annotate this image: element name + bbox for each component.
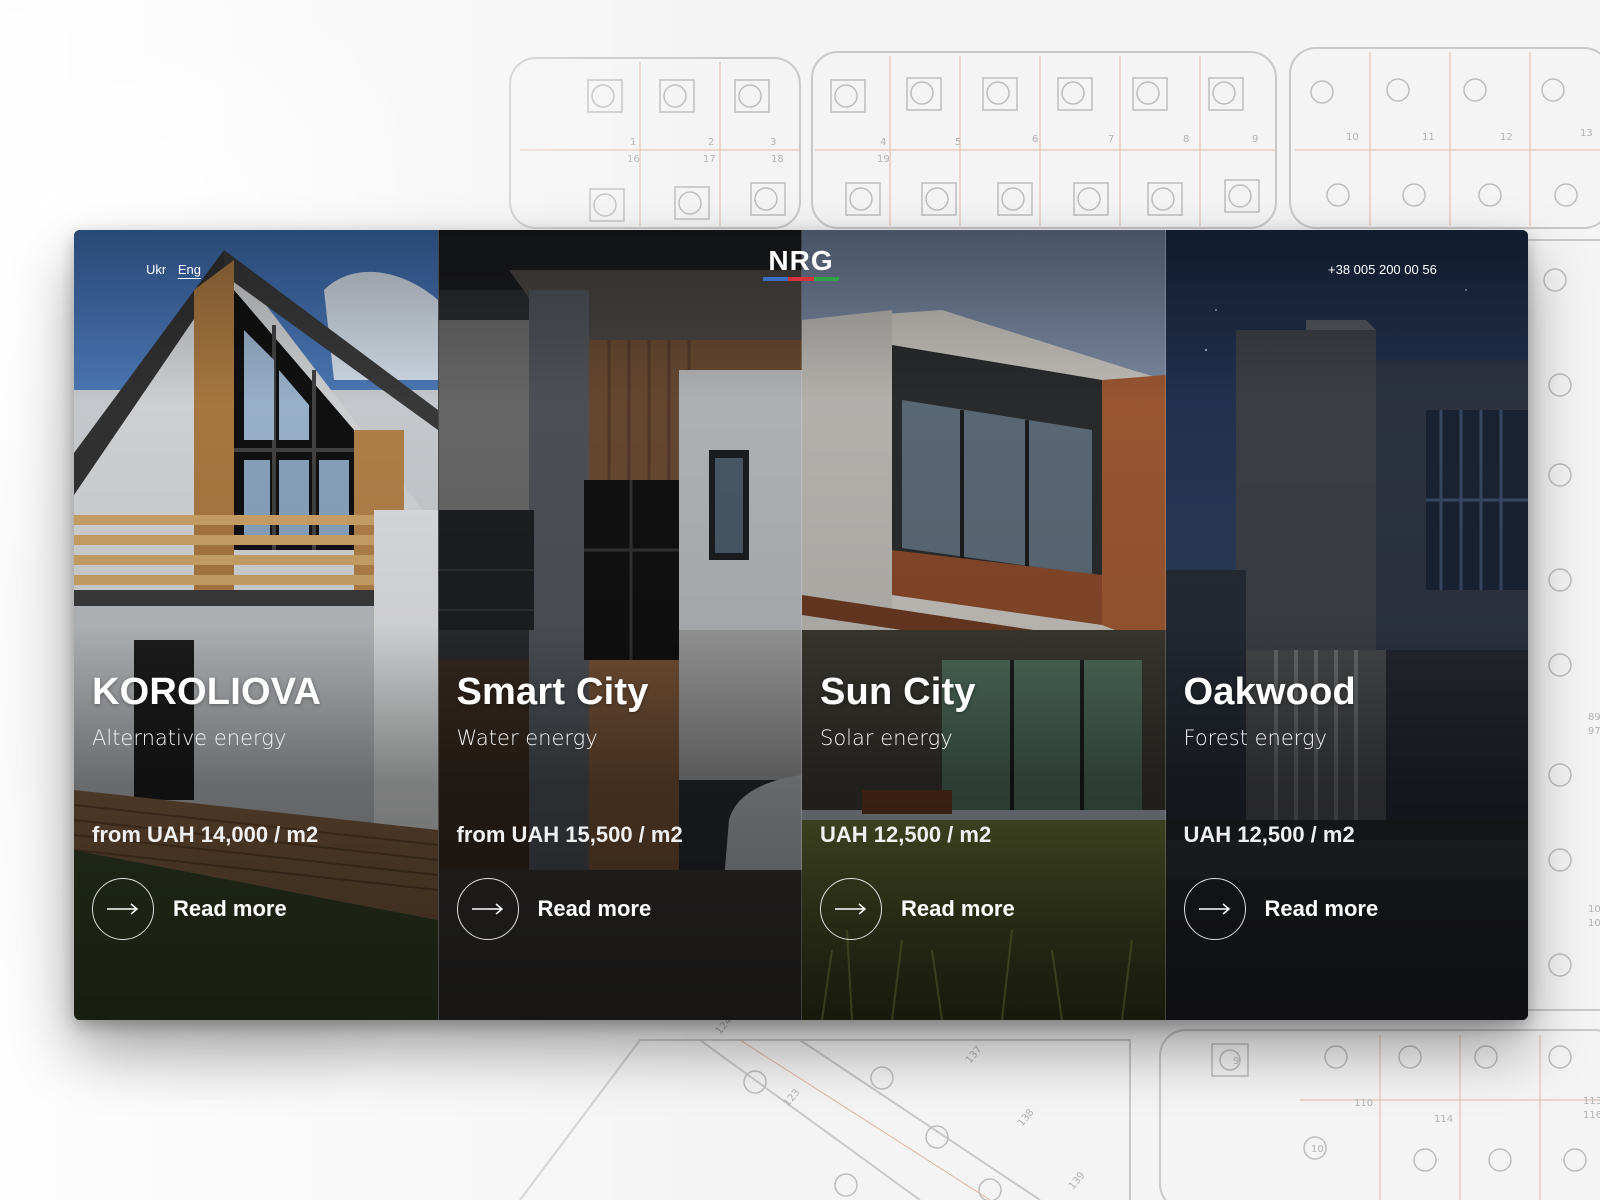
svg-text:17: 17	[703, 154, 716, 165]
svg-text:9: 9	[1252, 134, 1258, 145]
svg-text:89: 89	[1588, 712, 1600, 723]
svg-text:3: 3	[770, 137, 776, 148]
project-price: from UAH 15,500 / m2	[456, 822, 683, 847]
arrow-right-icon[interactable]	[92, 878, 154, 940]
nrg-logo[interactable]: NRG	[763, 247, 839, 281]
project-panel-oakwood[interactable]: Oakwood Forest energy UAH 12,500 / m2 Re…	[1164, 230, 1528, 1020]
read-more-label[interactable]: Read more	[1265, 896, 1379, 922]
svg-text:116: 116	[1583, 1110, 1600, 1121]
svg-text:5: 5	[955, 137, 961, 148]
project-title: KOROLIOVA	[92, 671, 322, 713]
svg-text:10: 10	[1311, 1144, 1324, 1155]
svg-text:4: 4	[880, 137, 886, 148]
project-panel-sun-city[interactable]: Sun City Solar energy UAH 12,500 / m2 Re…	[801, 230, 1166, 1020]
panel-content: Sun City Solar energy UAH 12,500 / m2 Re…	[820, 670, 1156, 940]
read-more-label[interactable]: Read more	[538, 896, 652, 922]
project-title: Oakwood	[1183, 671, 1356, 713]
svg-text:97: 97	[1588, 726, 1600, 737]
projects-card: KOROLIOVA Alternative energy from UAH 14…	[74, 230, 1528, 1020]
svg-text:11: 11	[1422, 132, 1435, 143]
project-price: UAH 12,500 / m2	[1183, 822, 1355, 847]
svg-text:16: 16	[627, 154, 640, 165]
language-switcher: Ukr Eng	[146, 262, 209, 277]
arrow-right-icon[interactable]	[820, 878, 882, 940]
project-subtitle: Forest energy	[1183, 726, 1328, 750]
panel-content: Oakwood Forest energy UAH 12,500 / m2 Re…	[1183, 670, 1520, 940]
svg-text:10: 10	[1346, 132, 1359, 143]
svg-text:114: 114	[1434, 1114, 1453, 1125]
read-more-button[interactable]: Read more	[92, 878, 428, 940]
svg-text:6: 6	[1032, 134, 1038, 145]
read-more-label[interactable]: Read more	[173, 896, 287, 922]
read-more-button[interactable]: Read more	[1183, 878, 1520, 940]
logo-color-bar	[763, 277, 839, 281]
svg-text:105: 105	[1588, 918, 1600, 929]
project-panel-smart-city[interactable]: Smart City Water energy from UAH 15,500 …	[437, 230, 802, 1020]
project-subtitle: Alternative energy	[92, 726, 287, 750]
logo-text: NRG	[768, 245, 834, 276]
project-subtitle: Water energy	[456, 726, 598, 750]
language-option-eng[interactable]: Eng	[178, 262, 201, 277]
svg-text:19: 19	[877, 154, 890, 165]
project-subtitle: Solar energy	[820, 726, 953, 750]
svg-text:113: 113	[1583, 1096, 1600, 1107]
arrow-right-icon[interactable]	[1183, 878, 1246, 940]
svg-text:8: 8	[1183, 134, 1189, 145]
read-more-button[interactable]: Read more	[456, 878, 793, 940]
panel-content: KOROLIOVA Alternative energy from UAH 14…	[92, 670, 428, 940]
read-more-button[interactable]: Read more	[820, 878, 1156, 940]
project-title: Smart City	[456, 671, 649, 713]
svg-text:13: 13	[1580, 128, 1593, 139]
panel-content: Smart City Water energy from UAH 15,500 …	[456, 670, 793, 940]
project-price: from UAH 14,000 / m2	[92, 822, 319, 847]
arrow-right-icon[interactable]	[456, 878, 519, 940]
project-title: Sun City	[820, 671, 976, 713]
svg-text:110: 110	[1354, 1098, 1373, 1109]
svg-text:1: 1	[630, 137, 636, 148]
svg-text:9: 9	[1233, 1056, 1239, 1067]
svg-text:2: 2	[708, 137, 714, 148]
svg-text:7: 7	[1108, 134, 1114, 145]
read-more-label[interactable]: Read more	[901, 896, 1015, 922]
svg-text:104: 104	[1588, 904, 1600, 915]
phone-number[interactable]: +38 005 200 00 56	[1328, 262, 1437, 277]
language-option-ukr[interactable]: Ukr	[146, 262, 166, 277]
project-price: UAH 12,500 / m2	[820, 822, 992, 847]
svg-text:12: 12	[1500, 132, 1513, 143]
project-panel-koroliova[interactable]: KOROLIOVA Alternative energy from UAH 14…	[74, 230, 438, 1020]
svg-text:18: 18	[771, 154, 784, 165]
